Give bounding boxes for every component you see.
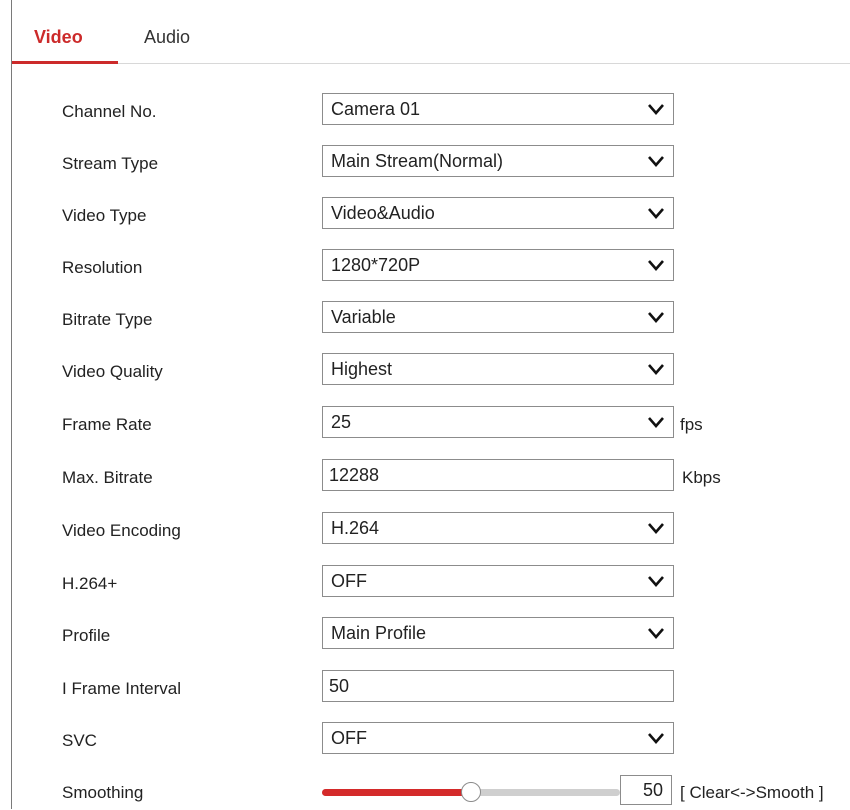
max-bitrate-input[interactable]: 12288	[322, 459, 674, 491]
smoothing-label: Smoothing	[62, 783, 144, 802]
bitrate-type-select[interactable]: Variable	[322, 301, 674, 333]
chevron-down-icon	[648, 104, 664, 115]
frame-rate-value: 25	[331, 412, 352, 432]
tab-bar-divider	[12, 63, 850, 64]
bitrate-type-value: Variable	[331, 307, 396, 327]
row-bitrate-type: Bitrate Type Variable	[0, 301, 850, 337]
i-frame-interval-input[interactable]: 50	[322, 670, 674, 702]
channel-no-value: Camera 01	[331, 99, 421, 119]
smoothing-value-input[interactable]: 50	[620, 775, 672, 805]
video-quality-value: Highest	[331, 359, 393, 379]
resolution-select[interactable]: 1280*720P	[322, 249, 674, 281]
video-type-value: Video&Audio	[331, 203, 435, 223]
video-encoding-select[interactable]: H.264	[322, 512, 674, 544]
row-smoothing: Smoothing 50 [ Clear<->Smooth ]	[0, 774, 850, 810]
h264-plus-select[interactable]: OFF	[322, 565, 674, 597]
frame-rate-select[interactable]: 25	[322, 406, 674, 438]
max-bitrate-label: Max. Bitrate	[62, 468, 153, 487]
chevron-down-icon	[648, 364, 664, 375]
channel-no-label: Channel No.	[62, 102, 157, 121]
svc-label: SVC	[62, 731, 97, 750]
row-frame-rate: Frame Rate 25 fps	[0, 406, 850, 442]
profile-label: Profile	[62, 626, 111, 645]
resolution-value: 1280*720P	[331, 255, 421, 275]
chevron-down-icon	[648, 417, 664, 428]
chevron-down-icon	[648, 733, 664, 744]
profile-select[interactable]: Main Profile	[322, 617, 674, 649]
row-svc: SVC OFF	[0, 722, 850, 758]
h264-plus-label: H.264+	[62, 574, 118, 593]
row-video-quality: Video Quality Highest	[0, 353, 850, 389]
row-video-encoding: Video Encoding H.264	[0, 512, 850, 548]
video-quality-label: Video Quality	[62, 362, 163, 381]
active-tab-indicator	[12, 61, 118, 64]
stream-type-select[interactable]: Main Stream(Normal)	[322, 145, 674, 177]
row-resolution: Resolution 1280*720P	[0, 249, 850, 285]
video-type-label: Video Type	[62, 206, 147, 225]
row-stream-type: Stream Type Main Stream(Normal)	[0, 145, 850, 181]
row-max-bitrate: Max. Bitrate 12288 Kbps	[0, 459, 850, 495]
video-quality-select[interactable]: Highest	[322, 353, 674, 385]
row-channel-no: Channel No. Camera 01	[0, 93, 850, 129]
smoothing-slider[interactable]	[322, 782, 620, 802]
smoothing-hint: [ Clear<->Smooth ]	[680, 783, 824, 802]
chevron-down-icon	[648, 628, 664, 639]
resolution-label: Resolution	[62, 258, 143, 277]
slider-fill	[322, 789, 471, 796]
i-frame-interval-value: 50	[329, 676, 350, 696]
video-type-select[interactable]: Video&Audio	[322, 197, 674, 229]
row-profile: Profile Main Profile	[0, 617, 850, 653]
svc-value: OFF	[331, 728, 367, 748]
svc-select[interactable]: OFF	[322, 722, 674, 754]
chevron-down-icon	[648, 260, 664, 271]
chevron-down-icon	[648, 208, 664, 219]
video-encoding-value: H.264	[331, 518, 380, 538]
chevron-down-icon	[648, 576, 664, 587]
chevron-down-icon	[648, 156, 664, 167]
i-frame-interval-label: I Frame Interval	[62, 679, 182, 698]
tab-audio[interactable]: Audio	[144, 27, 190, 48]
row-video-type: Video Type Video&Audio	[0, 197, 850, 233]
h264-plus-value: OFF	[331, 571, 367, 591]
stream-type-value: Main Stream(Normal)	[331, 151, 504, 171]
tab-video[interactable]: Video	[34, 27, 83, 48]
row-i-frame-interval: I Frame Interval 50	[0, 670, 850, 706]
video-encoding-label: Video Encoding	[62, 521, 181, 540]
stream-type-label: Stream Type	[62, 154, 159, 173]
frame-rate-label: Frame Rate	[62, 415, 152, 434]
tab-bar: Video Audio	[12, 0, 850, 64]
smoothing-value: 50	[642, 780, 663, 800]
chevron-down-icon	[648, 523, 664, 534]
max-bitrate-unit: Kbps	[682, 468, 721, 487]
profile-value: Main Profile	[331, 623, 427, 643]
chevron-down-icon	[648, 312, 664, 323]
bitrate-type-label: Bitrate Type	[62, 310, 153, 329]
row-h264-plus: H.264+ OFF	[0, 565, 850, 601]
channel-no-select[interactable]: Camera 01	[322, 93, 674, 125]
max-bitrate-value: 12288	[329, 465, 380, 485]
frame-rate-unit: fps	[680, 415, 703, 434]
slider-thumb[interactable]	[461, 782, 481, 802]
